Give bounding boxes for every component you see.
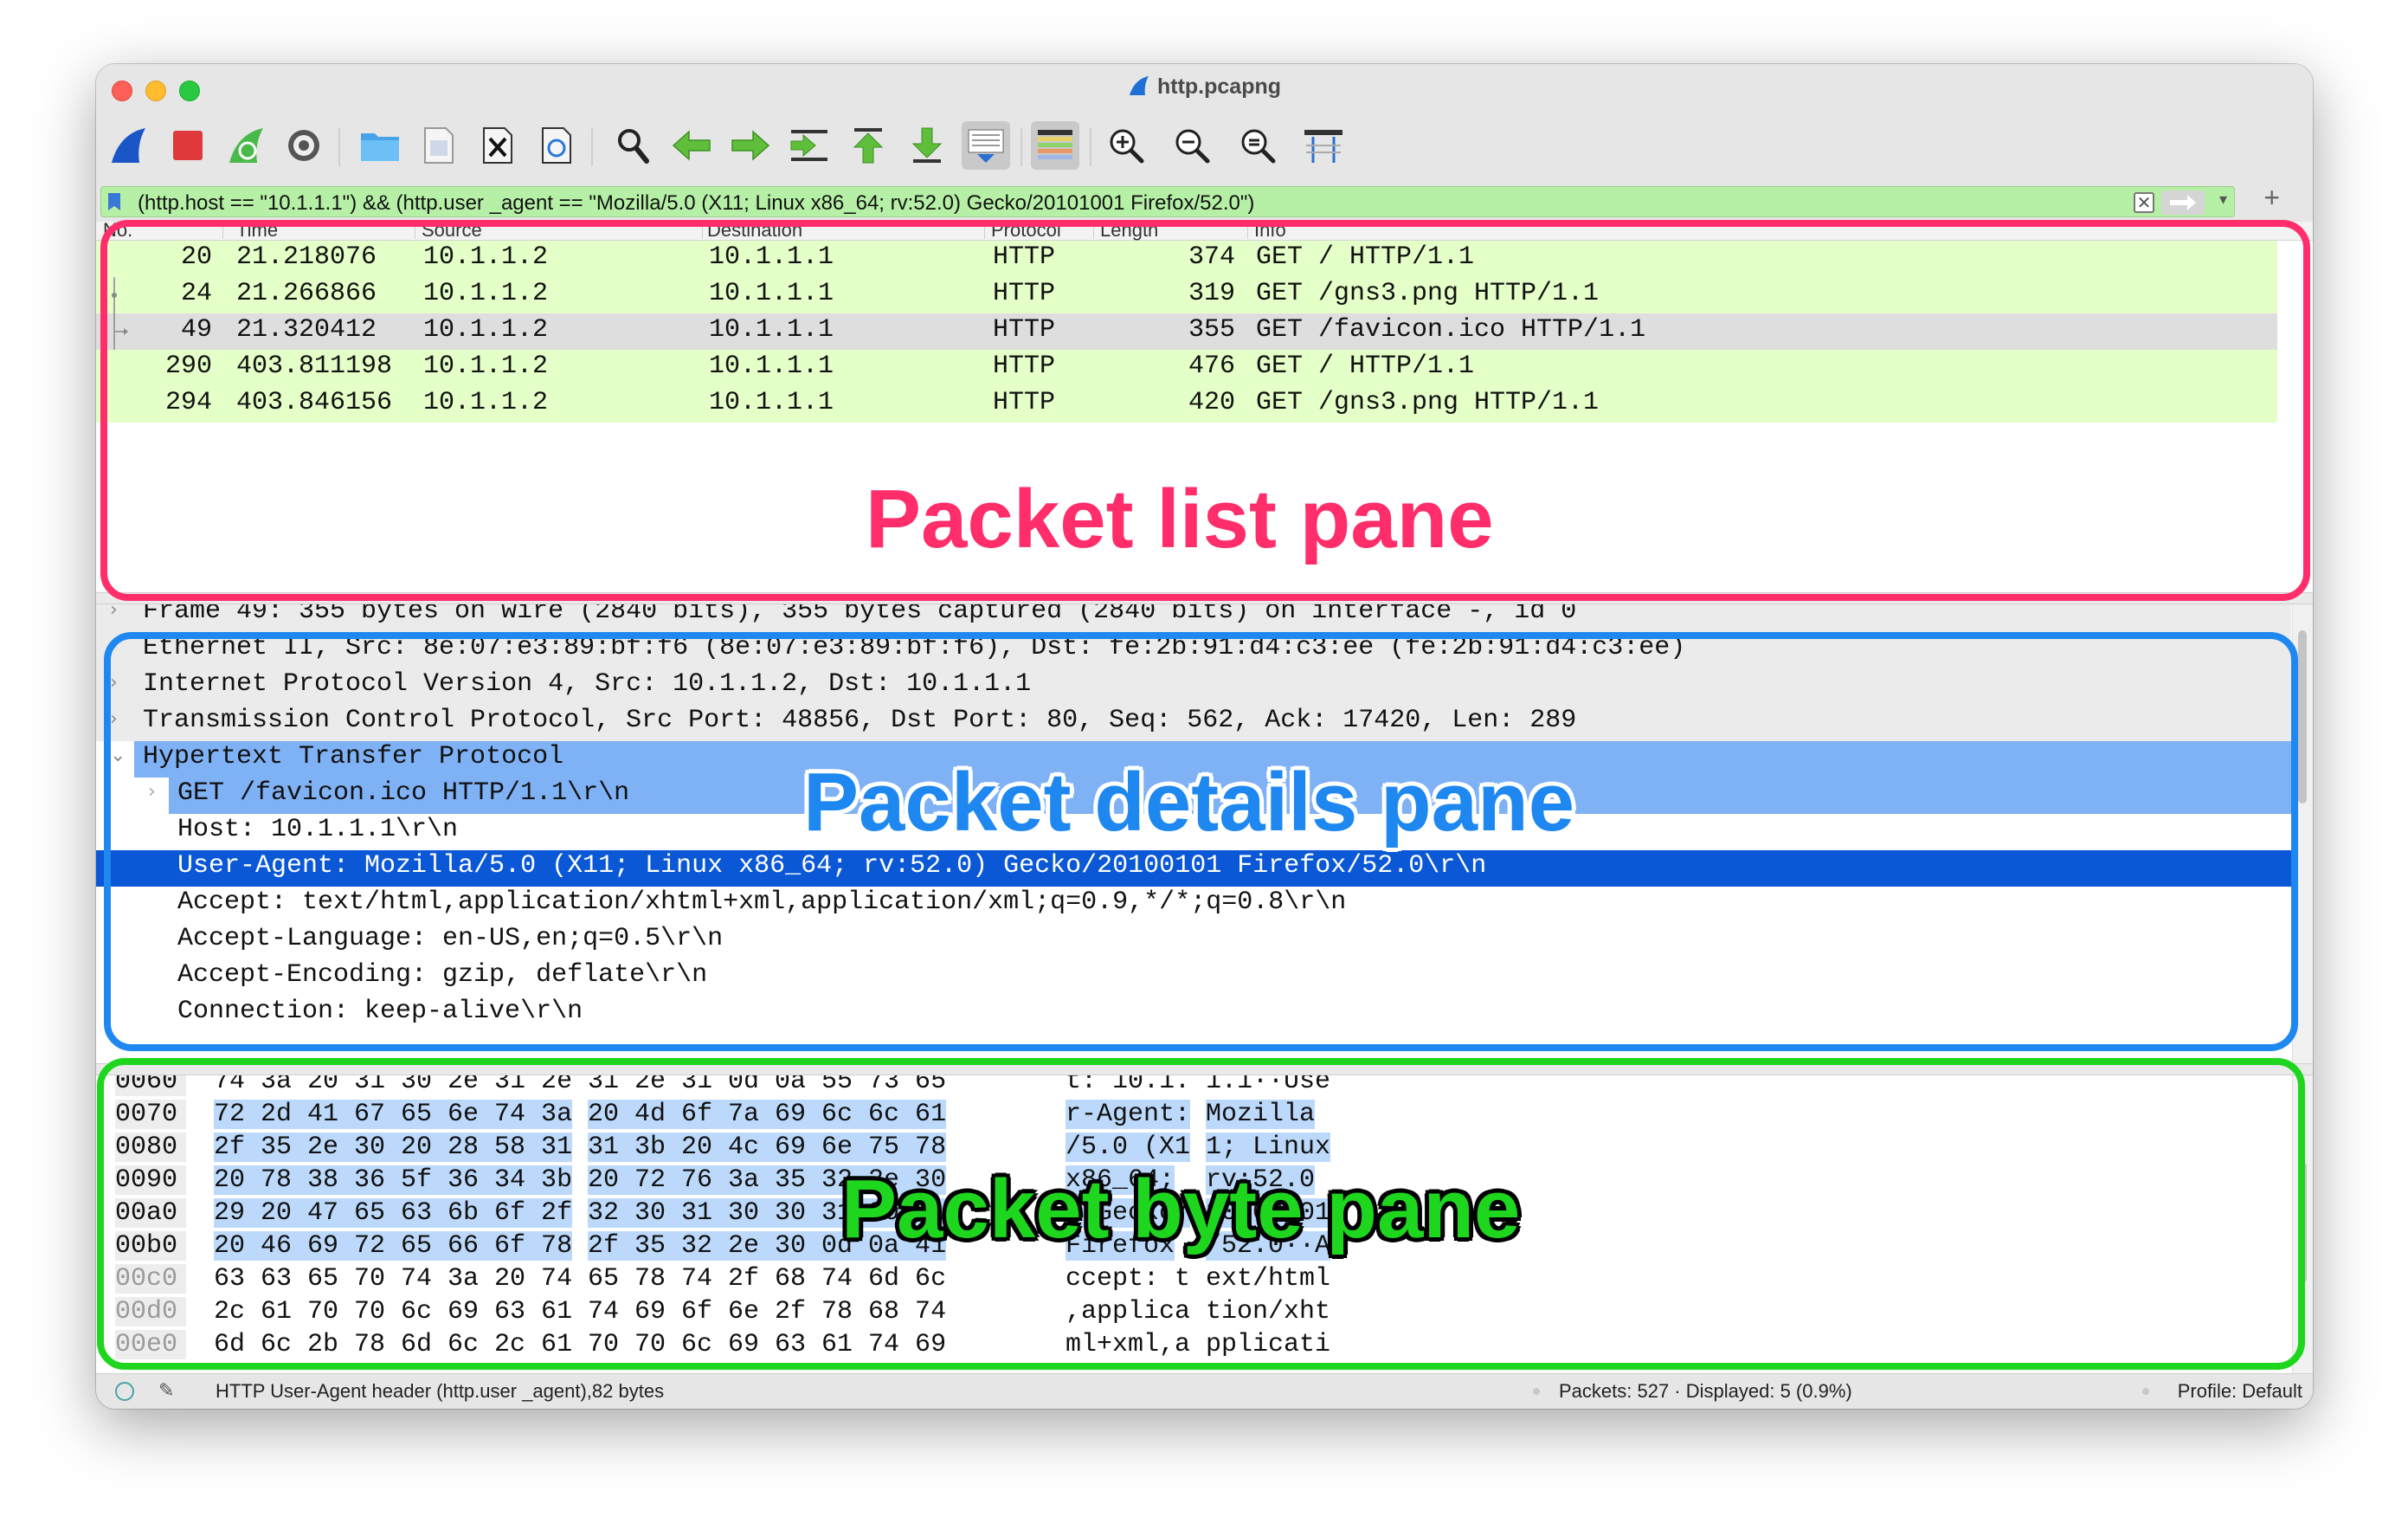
packet-byte-pane-label: Packet byte pane xyxy=(841,1163,1521,1255)
go-to-packet-icon[interactable] xyxy=(785,121,834,170)
start-capture-icon[interactable] xyxy=(105,121,153,170)
status-bar: ✎ HTTP User-Agent header (http.user _age… xyxy=(96,1373,2313,1409)
expand-chevron-icon[interactable]: › xyxy=(110,604,118,621)
capture-comment-icon[interactable]: ✎ xyxy=(158,1379,174,1402)
save-file-icon[interactable] xyxy=(415,121,463,170)
normal-size-icon[interactable] xyxy=(1233,121,1282,170)
apply-filter-button[interactable] xyxy=(2161,190,2205,215)
window-title: http.pcapng xyxy=(1156,74,1282,99)
close-file-icon[interactable] xyxy=(473,121,522,170)
capture-options-icon[interactable] xyxy=(280,121,328,170)
status-divider-icon xyxy=(2142,1388,2149,1395)
auto-scroll-icon[interactable] xyxy=(962,121,1010,170)
details-scrollbar-thumb[interactable] xyxy=(2298,630,2307,803)
status-packet-count: Packets: 527 · Displayed: 5 (0.9%) xyxy=(1559,1380,1852,1402)
status-field-info: HTTP User-Agent header (http.user _agent… xyxy=(216,1380,665,1402)
resize-columns-icon[interactable] xyxy=(1299,121,1348,170)
expert-info-icon[interactable] xyxy=(115,1382,134,1401)
zoom-in-icon[interactable] xyxy=(1102,121,1150,170)
detail-row-frame[interactable]: › Frame 49: 355 bytes on wire (2840 bits… xyxy=(96,604,2291,632)
restart-capture-icon[interactable] xyxy=(222,121,271,170)
zoom-out-icon[interactable] xyxy=(1168,121,1216,170)
go-forward-icon[interactable] xyxy=(726,121,775,170)
go-to-first-icon[interactable] xyxy=(844,121,892,170)
filter-bookmark-icon[interactable] xyxy=(106,192,122,211)
find-packet-icon[interactable] xyxy=(608,121,657,170)
open-file-icon[interactable] xyxy=(356,121,404,170)
detail-text: Frame 49: 355 bytes on wire (2840 bits),… xyxy=(143,604,1577,626)
colorize-icon[interactable] xyxy=(1031,121,1079,170)
filter-history-dropdown-icon[interactable]: ▾ xyxy=(2219,190,2227,209)
reload-file-icon[interactable] xyxy=(532,121,581,170)
display-filter-input[interactable]: (http.host == "10.1.1.1") && (http.user … xyxy=(100,186,2235,217)
add-filter-button-icon[interactable]: + xyxy=(2263,182,2280,214)
window-title-container: http.pcapng xyxy=(96,74,2313,100)
stop-capture-icon[interactable] xyxy=(164,121,212,170)
display-filter-bar: (http.host == "10.1.1.1") && (http.user … xyxy=(96,182,2313,222)
display-filter-text[interactable]: (http.host == "10.1.1.1") && (http.user … xyxy=(138,191,1254,216)
shark-fin-icon xyxy=(1129,76,1149,95)
main-toolbar xyxy=(96,113,2313,182)
status-profile[interactable]: Profile: Default xyxy=(2178,1380,2302,1403)
title-bar: http.pcapng xyxy=(96,64,2313,113)
go-back-icon[interactable] xyxy=(667,121,716,170)
status-divider-icon xyxy=(1533,1388,1540,1395)
clear-filter-icon[interactable]: ✕ xyxy=(2134,192,2154,213)
packet-details-pane-label: Packet details pane xyxy=(803,756,1575,849)
packet-list-pane-label: Packet list pane xyxy=(866,473,1494,565)
go-to-last-icon[interactable] xyxy=(903,121,951,170)
